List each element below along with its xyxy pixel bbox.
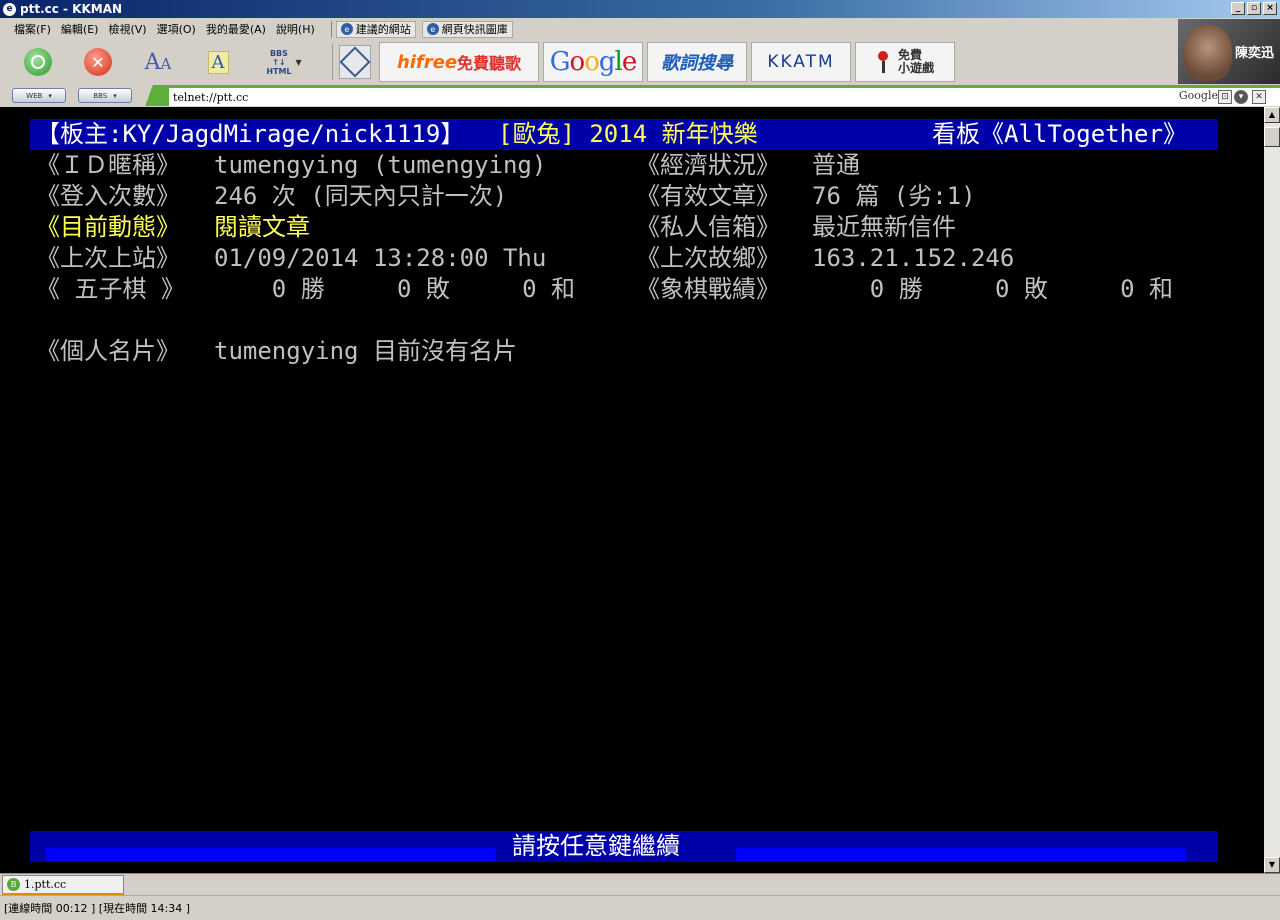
link-suggested-sites-label: 建議的網站 [355,23,411,36]
tab-label: 1.ptt.cc [24,878,67,891]
tab-ptt[interactable]: B 1.ptt.cc [2,875,124,895]
row-lastlogin-label: 《上次上站》 [36,244,180,272]
dice-icon [339,46,371,78]
row-card-label: 《個人名片》 [36,337,180,365]
ad-hifree[interactable]: hifree 免費聽歌 [379,42,539,82]
status-text: [連線時間 00:12 ] [現在時間 14:34 ] [4,902,191,915]
menu-options[interactable]: 選項(O) [157,21,196,37]
links-bar: e 建議的網站 e 網頁快訊圖庫 [330,20,519,38]
ie-page-icon: e [340,23,353,35]
row-lasthost-label: 《上次故鄉》 [636,244,780,272]
address-field-wrap: Google ⊡ ▾ ✕ [133,85,1280,106]
address-bar: WEB▾ BBS▾ Google ⊡ ▾ ✕ [0,85,1280,106]
ad-free-games-label: 免費 小遊戲 [897,48,934,75]
chevron-down-icon[interactable]: ▼ [296,58,302,67]
artist-photo [1184,25,1232,81]
footer-stripe-right [736,848,1186,861]
scroll-thumb[interactable] [1264,127,1280,147]
connect-icon [24,48,52,76]
bbs-html-icon: BBS ↑↓ HTML [266,48,292,76]
close-tab-icon[interactable]: ✕ [1252,90,1266,104]
row-chess-value: 0 勝 0 敗 0 和 [812,275,1173,303]
row-gomoku-label: 《 五子棋 》 [36,275,185,303]
connect-button[interactable] [20,44,56,80]
bbs-html-toggle[interactable]: BBS ↑↓ HTML ▼ [260,44,308,80]
link-web-slice-gallery-label: 網頁快訊圖庫 [441,23,508,36]
ad-google[interactable]: Google [543,42,643,82]
board-name: 看板《AllTogether》 [932,120,1187,148]
row-lasthost-value: 163.21.152.246 [812,244,1015,272]
toolbar: ✕ AA A BBS ↑↓ HTML ▼ hifree 免費聽歌 Google … [0,40,1178,84]
disconnect-button[interactable]: ✕ [80,44,116,80]
footer-stripe-left [46,848,496,861]
bbs-terminal[interactable]: 【板主:KY/JagdMirage/nick1119】 [歐兔] 2014 新年… [0,107,1264,873]
minimize-button[interactable]: _ [1231,2,1245,15]
window-controls: _ ▫ × [1231,2,1277,15]
tab-bar: B 1.ptt.cc [0,873,1280,895]
row-posts-label: 《有效文章》 [636,182,780,210]
menu-help[interactable]: 說明(H) [276,21,315,37]
kkman-icon: e [3,2,16,16]
ad-hifree-label: hifree [396,51,458,73]
row-economy-label: 《經濟狀況》 [636,151,780,179]
row-posts-value: 76 篇 (劣:1) [812,182,976,210]
row-card-value: tumengying 目前沒有名片 [214,337,517,365]
menu-bar: 檔案(F) 編輯(E) 檢視(V) 選項(O) 我的最愛(A) 說明(H) e … [0,19,1178,39]
row-logins-label: 《登入次數》 [36,182,180,210]
google-logo: Google [549,47,637,77]
joystick-icon [876,51,890,73]
skin-photo: 陳奕迅 [1178,19,1280,84]
row-lastlogin-value: 01/09/2014 13:28:00 Thu [214,244,547,272]
bbs-mode-button[interactable]: BBS ▾ [78,88,132,103]
row-status-value: 閱讀文章 [214,213,310,241]
row-logins-value: 246 次 (同天內只計一次) [214,182,508,210]
font-size-icon: AA [144,49,172,75]
row-id-label: 《ＩＤ暱稱》 [36,151,180,179]
row-status-label: 《目前動態》 [36,213,180,241]
random-site-button[interactable] [339,45,371,79]
board-moderators: 【板主:KY/JagdMirage/nick1119】 [36,120,465,148]
scroll-up-button[interactable]: ▲ [1264,107,1280,123]
ad-free-games[interactable]: 免費 小遊戲 [855,42,955,82]
press-any-key-prompt: 請按任意鍵繼續 [512,832,680,860]
ad-kkatm[interactable]: KKATM [751,42,851,82]
ie-page-icon: e [426,23,439,35]
link-suggested-sites[interactable]: e 建議的網站 [335,20,416,38]
row-economy-value: 普通 [812,151,860,179]
web-mode-button[interactable]: WEB ▾ [12,88,66,103]
font-style-button[interactable]: A [200,44,236,80]
row-chess-label: 《象棋戰績》 [636,275,780,303]
chevron-down-icon[interactable]: ▾ [1234,90,1248,104]
font-style-icon: A [207,50,229,74]
bbs-tab-icon: B [7,878,20,891]
search-options-icon[interactable]: ⊡ [1218,90,1232,104]
stop-icon: ✕ [84,48,112,76]
board-announcement: [歐兔] 2014 新年快樂 [498,120,758,148]
artist-name: 陳奕迅 [1234,46,1274,61]
status-bar: [連線時間 00:12 ] [現在時間 14:34 ] [0,895,1280,920]
vertical-scrollbar[interactable]: ▲ ▼ [1264,107,1280,873]
link-web-slice-gallery[interactable]: e 網頁快訊圖庫 [421,20,513,38]
search-engine-label[interactable]: Google [1179,89,1218,102]
menu-file[interactable]: 檔案(F) [14,21,51,37]
row-gomoku-value: 0 勝 0 敗 0 和 [214,275,575,303]
toolbar-separator [332,44,333,80]
font-size-button[interactable]: AA [140,44,176,80]
row-mailbox-value: 最近無新信件 [812,213,956,241]
row-id-value: tumengying (tumengying) [214,151,547,179]
menu-view[interactable]: 檢視(V) [108,21,146,37]
ad-hifree-tag: 免費聽歌 [457,54,522,73]
scroll-down-button[interactable]: ▼ [1264,857,1280,873]
ad-lyrics-search[interactable]: 歌詞搜尋 [647,42,747,82]
menu-favorites[interactable]: 我的最愛(A) [206,21,266,37]
window-title: ptt.cc - KKMAN [20,2,123,16]
close-button[interactable]: × [1263,2,1277,15]
address-input[interactable] [173,89,1153,105]
row-mailbox-label: 《私人信箱》 [636,213,780,241]
maximize-button[interactable]: ▫ [1247,2,1261,15]
title-bar: e ptt.cc - KKMAN _ ▫ × [0,0,1280,18]
menu-edit[interactable]: 編輯(E) [61,21,99,37]
